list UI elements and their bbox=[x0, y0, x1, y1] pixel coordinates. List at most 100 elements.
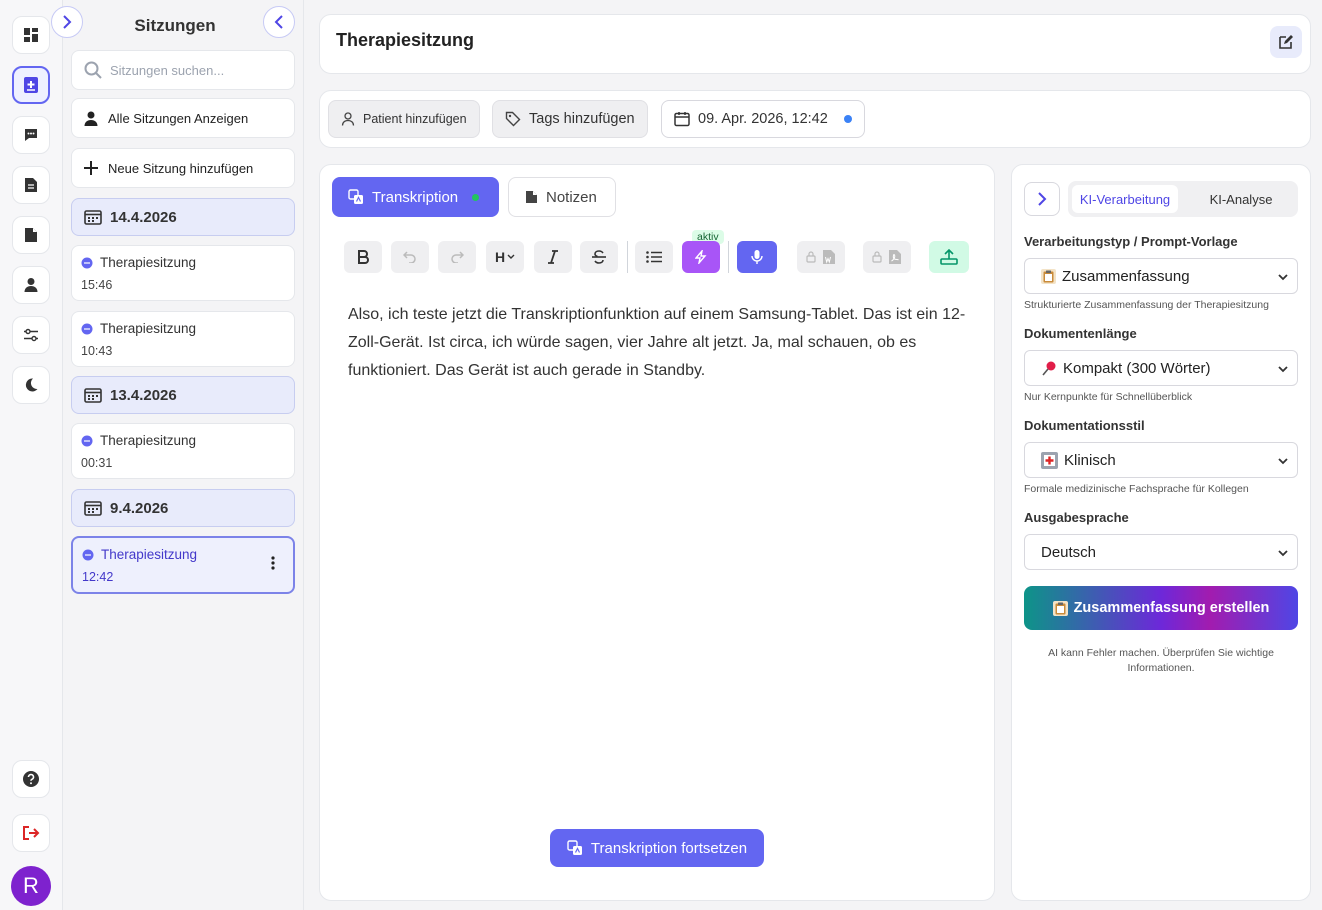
bold-button[interactable] bbox=[344, 241, 382, 273]
hospital-icon bbox=[1041, 451, 1058, 469]
output-language-value: Deutsch bbox=[1041, 543, 1097, 561]
chevron-down-icon bbox=[1278, 458, 1288, 465]
avatar-letter: R bbox=[23, 873, 39, 898]
italic-icon bbox=[548, 250, 558, 264]
add-tags-button[interactable]: Tags hinzufügen bbox=[492, 100, 648, 138]
heading-dropdown[interactable]: H bbox=[486, 241, 524, 273]
undo-icon bbox=[403, 251, 416, 263]
chevron-down-icon bbox=[1278, 274, 1288, 281]
pdf-file-icon bbox=[889, 250, 901, 264]
date-group-header[interactable]: 9.4.2026 bbox=[71, 489, 295, 527]
session-title: Therapiesitzung bbox=[100, 433, 197, 448]
date-group-header[interactable]: 14.4.2026 bbox=[71, 198, 295, 236]
ai-disclaimer: AI kann Fehler machen. Überprüfen Sie wi… bbox=[1048, 647, 1274, 674]
session-list-item[interactable]: Therapiesitzung 10:43 bbox=[71, 311, 295, 367]
italic-button[interactable] bbox=[534, 241, 572, 273]
file-icon[interactable] bbox=[12, 216, 50, 254]
collapse-sidebar-button[interactable] bbox=[263, 6, 295, 38]
undo-button[interactable] bbox=[391, 241, 429, 273]
create-summary-button[interactable]: Zusammenfassung erstellen bbox=[1024, 586, 1298, 630]
document-icon[interactable] bbox=[12, 166, 50, 204]
bullet-list-button[interactable] bbox=[635, 241, 673, 273]
clipboard-icon bbox=[1052, 600, 1068, 616]
date-group-label: 13.4.2026 bbox=[110, 386, 177, 404]
tab-notes-label: Notizen bbox=[546, 188, 597, 206]
microphone-button[interactable] bbox=[737, 241, 777, 273]
search-icon bbox=[84, 61, 102, 79]
lightning-icon bbox=[695, 250, 707, 264]
upload-button[interactable] bbox=[929, 241, 969, 273]
add-session-button[interactable]: Neue Sitzung hinzufügen bbox=[71, 148, 295, 188]
user-icon bbox=[84, 111, 98, 126]
user-icon[interactable] bbox=[12, 266, 50, 304]
date-group-label: 14.4.2026 bbox=[110, 208, 177, 226]
tab-notes[interactable]: Notizen bbox=[508, 177, 616, 217]
session-list-item[interactable]: Therapiesitzung 00:31 bbox=[71, 423, 295, 479]
more-options-icon[interactable] bbox=[271, 556, 275, 570]
logout-icon[interactable] bbox=[12, 814, 50, 852]
show-all-label: Alle Sitzungen Anzeigen bbox=[108, 110, 249, 126]
transcript-text[interactable]: Also, ich teste jetzt die Transkriptionf… bbox=[348, 301, 968, 385]
header-card: Therapiesitzung bbox=[319, 14, 1311, 74]
edit-icon bbox=[1279, 35, 1293, 49]
ai-panel: KI-Verarbeitung KI-Analyse Verarbeitungs… bbox=[1011, 164, 1311, 901]
continue-transcription-button[interactable]: Transkription fortsetzen bbox=[550, 829, 764, 867]
redo-button[interactable] bbox=[438, 241, 476, 273]
add-tags-label: Tags hinzufügen bbox=[529, 111, 635, 127]
session-time: 00:31 bbox=[81, 456, 113, 470]
output-language-label: Ausgabesprache bbox=[1024, 510, 1129, 525]
output-language-select[interactable]: Deutsch bbox=[1024, 534, 1298, 570]
sliders-icon[interactable] bbox=[12, 316, 50, 354]
sessions-sidebar: Sitzungen Sitzungen suchen... Alle Sitzu… bbox=[51, 0, 304, 910]
document-length-select[interactable]: Kompakt (300 Wörter) bbox=[1024, 350, 1298, 386]
note-icon bbox=[526, 191, 537, 203]
date-group-header[interactable]: 13.4.2026 bbox=[71, 376, 295, 414]
session-list-item[interactable]: Therapiesitzung 15:46 bbox=[71, 245, 295, 301]
chat-bubble-icon bbox=[82, 549, 94, 560]
session-title: Therapiesitzung bbox=[101, 547, 198, 562]
add-patient-label: Patient hinzufügen bbox=[363, 112, 467, 126]
plus-icon bbox=[84, 161, 98, 175]
editor-card: Transkription Notizen H aktiv Also, ich … bbox=[319, 164, 995, 901]
add-patient-button[interactable]: Patient hinzufügen bbox=[328, 100, 480, 138]
document-length-help: Nur Kernpunkte für Schnellüberblick bbox=[1024, 391, 1193, 403]
edit-title-button[interactable] bbox=[1270, 26, 1302, 58]
avatar[interactable]: R bbox=[11, 866, 51, 906]
calendar-icon bbox=[674, 112, 690, 127]
processing-type-select[interactable]: Zusammenfassung bbox=[1024, 258, 1298, 294]
dashboard-icon[interactable] bbox=[12, 16, 50, 54]
show-all-sessions-button[interactable]: Alle Sitzungen Anzeigen bbox=[71, 98, 295, 138]
tab-transcription-label: Transkription bbox=[372, 188, 459, 206]
upload-icon bbox=[940, 249, 958, 265]
lock-icon bbox=[872, 251, 882, 263]
word-export-locked-button[interactable] bbox=[797, 241, 845, 273]
page-title: Therapiesitzung bbox=[336, 30, 475, 50]
document-length-value: Kompakt (300 Wörter) bbox=[1063, 359, 1211, 377]
session-date-label: 09. Apr. 2026, 12:42 bbox=[698, 111, 828, 127]
session-search-input[interactable]: Sitzungen suchen... bbox=[71, 50, 295, 90]
toolbar-divider bbox=[627, 241, 628, 273]
collapse-ai-panel-button[interactable] bbox=[1024, 182, 1060, 216]
calendar-icon bbox=[84, 388, 102, 403]
chat-icon[interactable] bbox=[12, 116, 50, 154]
calendar-icon bbox=[84, 501, 102, 516]
tab-transcription[interactable]: Transkription bbox=[332, 177, 499, 217]
new-session-icon[interactable] bbox=[12, 66, 50, 104]
dark-mode-icon[interactable] bbox=[12, 366, 50, 404]
session-date-picker[interactable]: 09. Apr. 2026, 12:42 bbox=[661, 100, 865, 138]
search-placeholder: Sitzungen suchen... bbox=[110, 62, 225, 78]
add-session-label: Neue Sitzung hinzufügen bbox=[108, 160, 254, 176]
session-title: Therapiesitzung bbox=[100, 321, 197, 336]
session-list-item-active[interactable]: Therapiesitzung 12:42 bbox=[71, 536, 295, 594]
ai-lightning-button[interactable] bbox=[682, 241, 720, 273]
translate-icon bbox=[567, 840, 582, 855]
strikethrough-button[interactable] bbox=[580, 241, 618, 273]
documentation-style-select[interactable]: Klinisch bbox=[1024, 442, 1298, 478]
translate-icon bbox=[348, 189, 363, 204]
pdf-export-locked-button[interactable] bbox=[863, 241, 911, 273]
chat-bubble-icon bbox=[81, 323, 93, 334]
tab-ai-processing[interactable]: KI-Verarbeitung bbox=[1072, 185, 1178, 213]
tab-ai-analysis[interactable]: KI-Analyse bbox=[1186, 185, 1296, 213]
help-icon[interactable] bbox=[12, 760, 50, 798]
pushpin-icon bbox=[1042, 361, 1056, 376]
